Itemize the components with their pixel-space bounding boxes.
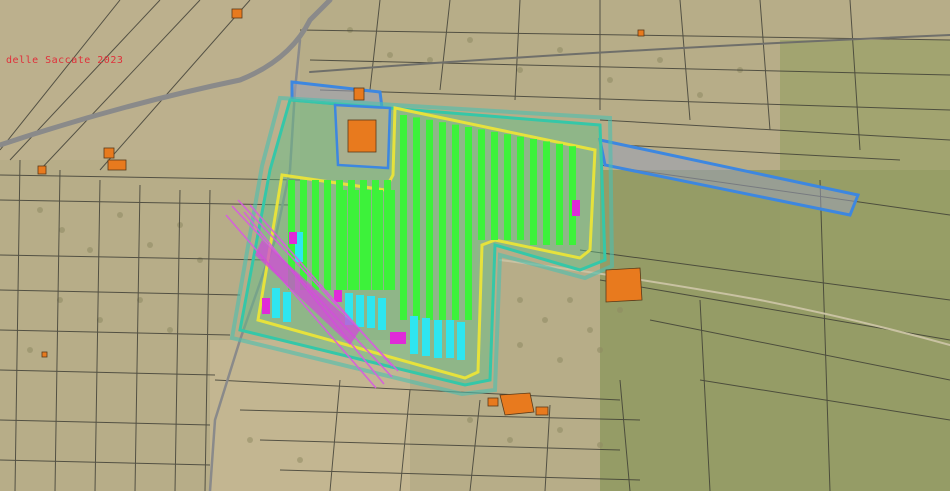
panel-block-magenta — [572, 200, 580, 216]
panel-row — [530, 139, 537, 245]
panel-row-cyan — [283, 292, 291, 322]
panel-block-magenta — [398, 332, 406, 344]
panel-row-cyan — [446, 320, 454, 358]
map-watermark-label: delle Saccate 2023 — [6, 55, 124, 66]
site-map[interactable] — [0, 0, 950, 491]
panel-block-magenta — [262, 298, 270, 314]
panel-block-magenta — [334, 290, 342, 302]
panel-row — [491, 131, 498, 240]
light-field-northwest — [0, 0, 300, 160]
panel-row — [517, 136, 524, 240]
panel-row — [426, 119, 433, 320]
panel-row — [569, 146, 576, 245]
panel-block-magenta — [289, 232, 297, 244]
panel-row-cyan — [367, 296, 375, 328]
panel-row — [388, 190, 395, 290]
panel-row — [439, 122, 446, 320]
panel-row-cyan — [434, 320, 442, 358]
panel-row — [376, 190, 383, 290]
panel-row-cyan — [457, 322, 465, 360]
panel-row — [340, 190, 347, 290]
panel-row — [504, 134, 511, 240]
panel-row — [543, 141, 550, 245]
panel-row — [556, 143, 563, 245]
panel-row — [465, 127, 472, 320]
panel-row — [452, 124, 459, 320]
panel-row — [400, 190, 407, 290]
panel-row-cyan — [272, 288, 280, 318]
panel-row — [312, 180, 319, 290]
panel-block-magenta — [390, 332, 398, 344]
panel-row — [413, 117, 420, 321]
panel-row-cyan — [378, 298, 386, 330]
panel-row-cyan — [410, 316, 418, 354]
panel-row — [324, 180, 331, 290]
panel-row-cyan — [356, 295, 364, 327]
panel-row — [478, 129, 485, 240]
panel-row-cyan — [422, 318, 430, 356]
panel-row — [364, 190, 371, 290]
panel-row — [352, 190, 359, 290]
